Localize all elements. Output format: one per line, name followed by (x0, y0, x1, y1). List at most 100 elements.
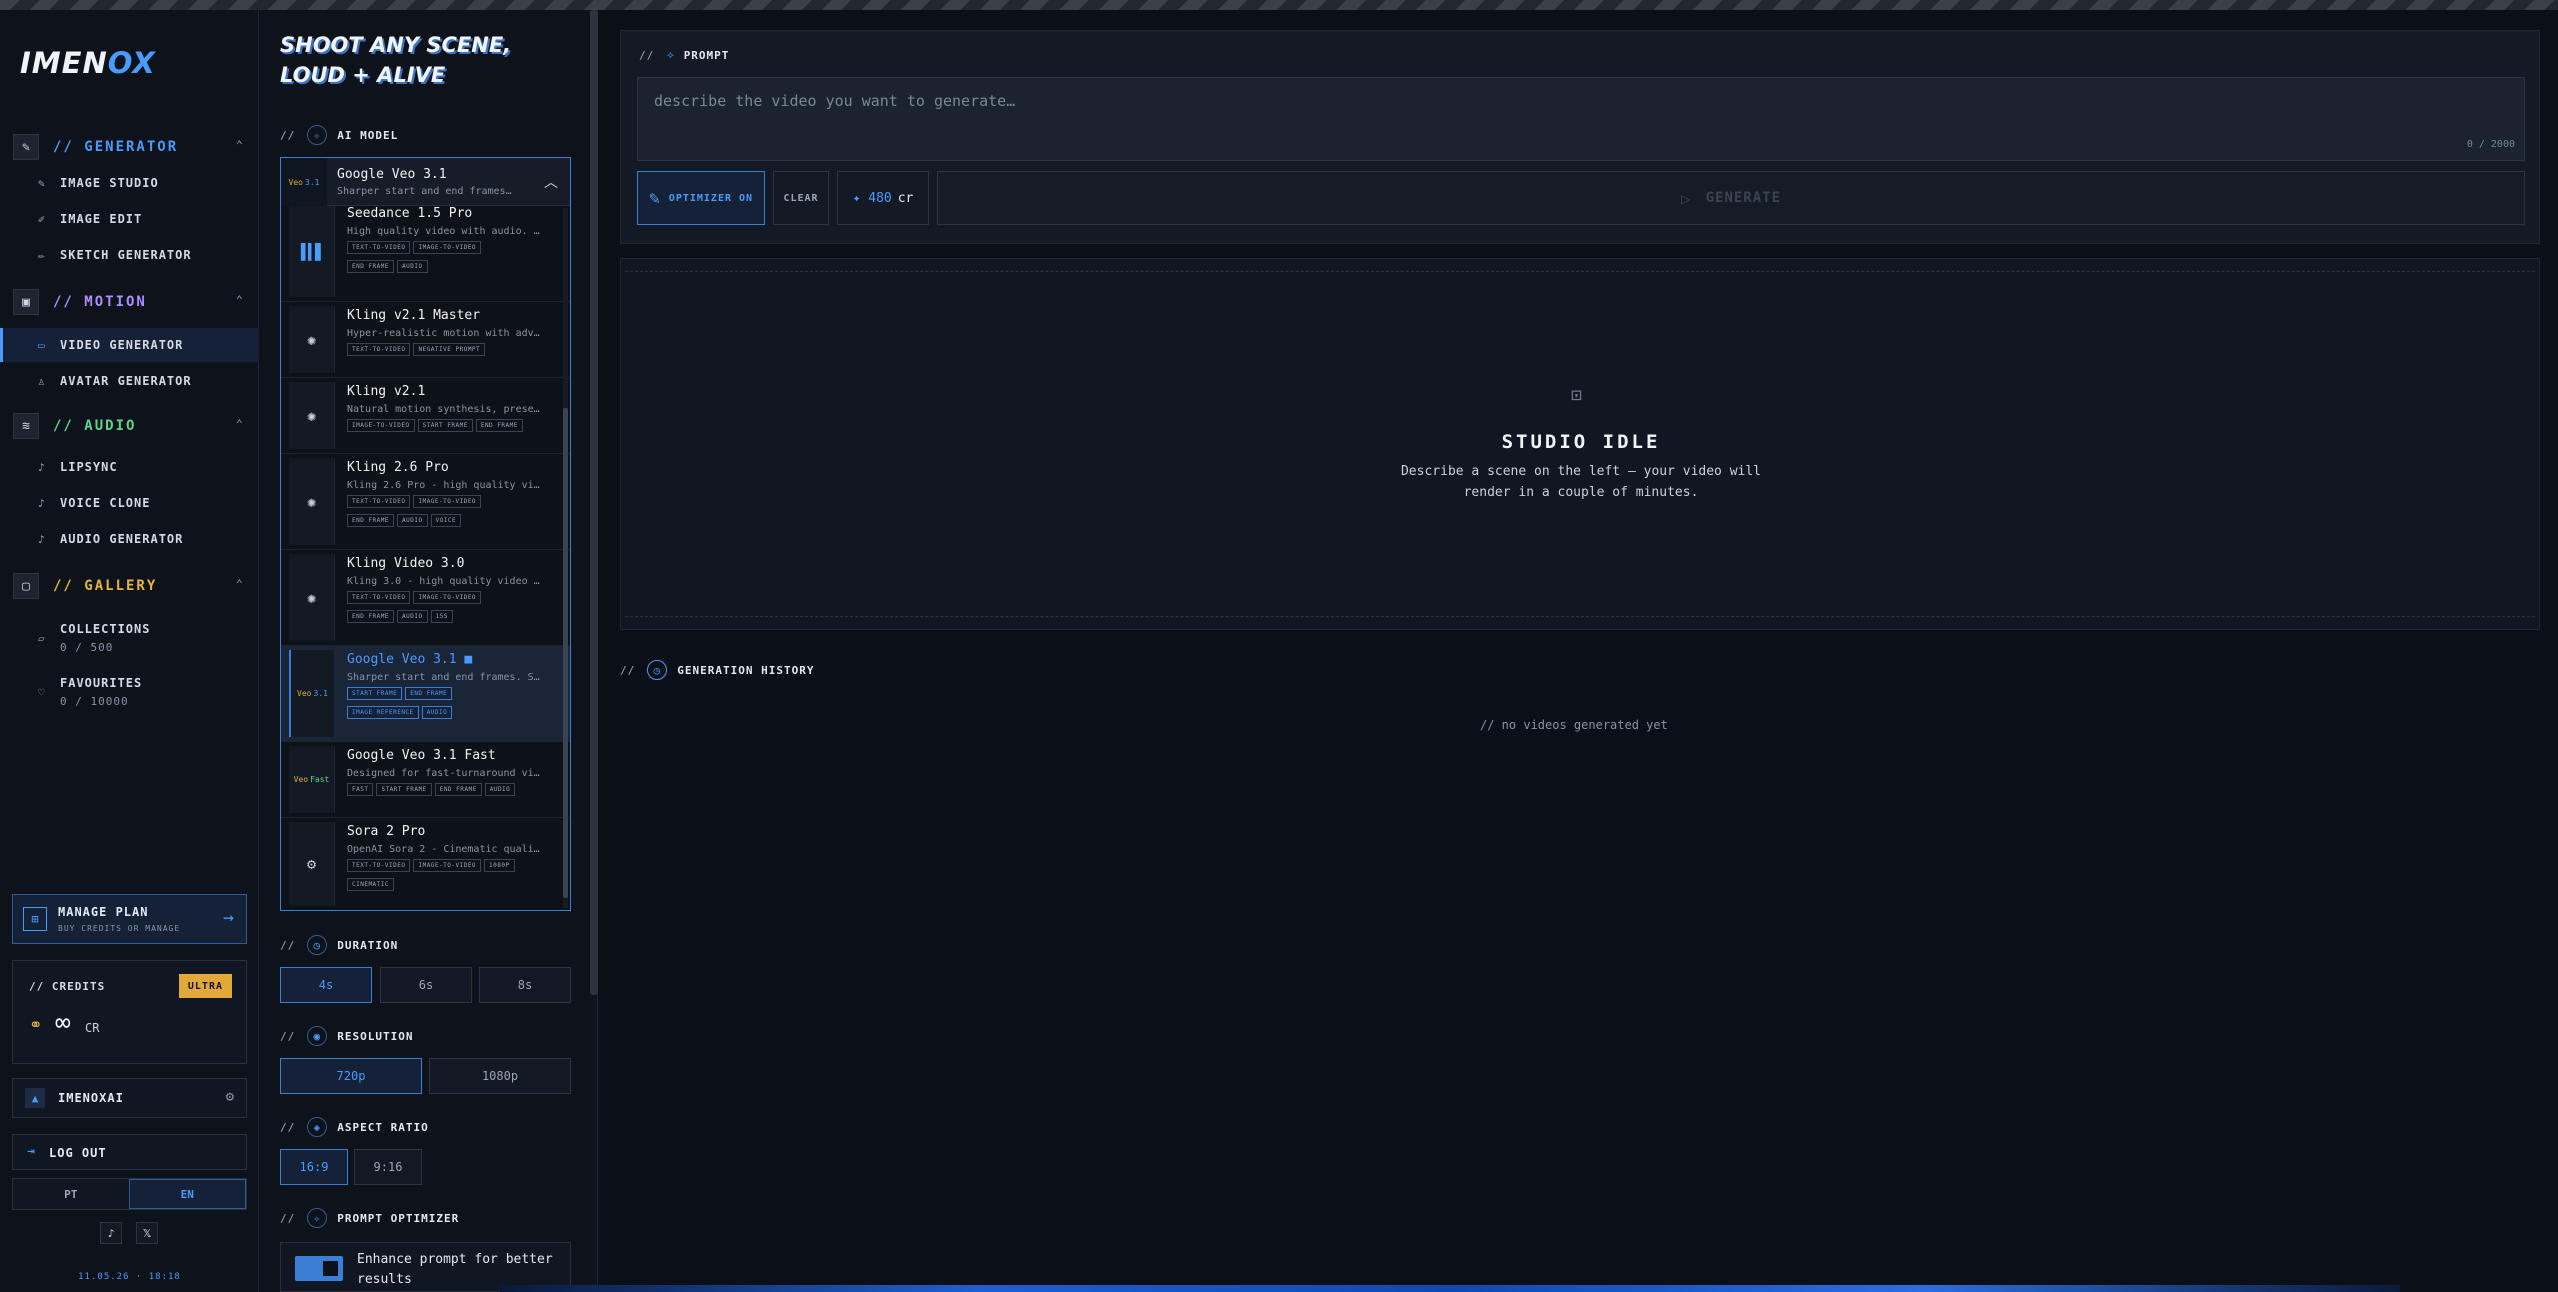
avatar: ▲ (25, 1088, 45, 1108)
brand-logo[interactable]: IMENOX (20, 46, 156, 80)
model-option[interactable]: ✺ Kling v2.1 Natural motion synthesis, p… (281, 378, 570, 454)
tag: END FRAME (405, 687, 453, 700)
video-icon: ▭ (38, 338, 45, 352)
aspect-16-9[interactable]: 16:9 (280, 1149, 348, 1185)
model-option-selected[interactable]: Veo 3.1 Google Veo 3.1 ■ Sharper start an… (281, 646, 570, 742)
duration-8s[interactable]: 8s (479, 967, 571, 1003)
sidebar-item-voice-clone[interactable]: ♪ VOICE CLONE (0, 486, 259, 520)
tag: IMAGE REFERENCE (347, 706, 419, 719)
veo-fast-logo-icon: Veo Fast (289, 746, 335, 813)
chevron-up-icon[interactable]: ⌃ (236, 417, 243, 431)
clear-button[interactable]: CLEAR (773, 171, 829, 225)
history-empty: // no videos generated yet (1480, 718, 1668, 732)
tag: TEXT-TO-VIDEO (347, 241, 411, 254)
section-generator[interactable]: ✎ // GENERATOR ⌃ (0, 129, 259, 165)
model-option[interactable]: ✺ Kling 2.6 Pro Kling 2.6 Pro - high qua… (281, 454, 570, 550)
resolution-720p[interactable]: 720p (280, 1058, 422, 1094)
sparkle-icon: ✧ (307, 1208, 328, 1228)
lang-en-button[interactable]: EN (128, 1179, 246, 1209)
tag: TEXT-TO-VIDEO (347, 343, 411, 356)
user-panel[interactable]: ▲ IMENOXAI ⚙ (12, 1078, 247, 1118)
tag: END FRAME (347, 610, 395, 623)
openai-icon: ⚙ (289, 822, 335, 906)
settings-panel: SHOOT ANY SCENE, LOUD + ALIVE //✧ AI MODE… (260, 10, 598, 1292)
section-gallery[interactable]: ▢ // GALLERY ⌃ (0, 568, 259, 604)
play-icon: ▷ (1680, 188, 1692, 208)
tag: 1080P (484, 859, 515, 872)
tag: START FRAME (347, 687, 403, 700)
tag: 15S (430, 610, 453, 623)
pencil-icon: ✐ (38, 212, 45, 226)
favourites-count: 0 / 10000 (60, 695, 129, 708)
bottom-glow (500, 1285, 2400, 1292)
sparkle-icon: ✧ (307, 125, 328, 145)
model-option[interactable]: ✺ Kling v2.1 Master Hyper-realistic moti… (281, 302, 570, 378)
arrow-right-icon: → (223, 907, 234, 928)
sidebar-item-image-studio[interactable]: ✎ IMAGE STUDIO (0, 166, 259, 200)
sidebar: IMENOX ✎ // GENERATOR ⌃ ✎ IMAGE STUDIO ✐ I… (0, 10, 259, 1292)
tag: START FRAME (417, 419, 473, 432)
chevron-up-icon: ︿ (544, 175, 558, 191)
panel-scrollbar[interactable] (590, 10, 598, 995)
tag: AUDIO (397, 260, 428, 273)
page-title: SHOOT ANY SCENE, LOUD + ALIVE (280, 33, 512, 87)
layers-icon: ◈ (307, 1117, 328, 1137)
gear-icon[interactable]: ⚙ (226, 1089, 234, 1105)
sidebar-item-favourites[interactable]: ♡ FAVOURITES 0 / 10000 (0, 668, 259, 716)
clock-icon: ◷ (647, 660, 668, 680)
history-label: //◷ GENERATION HISTORY (620, 660, 814, 680)
logout-button[interactable]: ⇥ LOG OUT (12, 1134, 247, 1170)
logout-icon: ⇥ (27, 1144, 35, 1159)
model-option[interactable]: Veo Fast Google Veo 3.1 Fast Designed for… (281, 742, 570, 818)
tag: VOICE (430, 514, 462, 527)
sidebar-item-lipsync[interactable]: ♪ LIPSYNC (0, 450, 259, 484)
model-list-scrollbar[interactable] (563, 208, 568, 908)
model-option[interactable]: ⚙ Sora 2 Pro OpenAI Sora 2 - Cinematic q… (281, 818, 570, 910)
mic-icon: ♪ (38, 496, 45, 510)
model-selected[interactable]: Veo 3.1 Google Veo 3.1 Sharper start and … (281, 158, 570, 206)
model-dropdown[interactable]: Veo 3.1 Google Veo 3.1 Sharper start and … (280, 157, 571, 911)
duration-6s[interactable]: 6s (380, 967, 472, 1003)
language-switch: PT EN (12, 1178, 247, 1210)
coins-icon: ⚭ (29, 1015, 43, 1034)
x-icon[interactable]: 𝕏 (136, 1222, 158, 1244)
sidebar-item-avatar-generator[interactable]: ♙ AVATAR GENERATOR (0, 364, 259, 398)
model-option[interactable]: ✺ Kling Video 3.0 Kling 3.0 - high quali… (281, 550, 570, 646)
manage-plan-button[interactable]: ⊞ MANAGE PLAN BUY CREDITS OR MANAGE → (12, 894, 247, 944)
sidebar-item-image-edit[interactable]: ✐ IMAGE EDIT (0, 202, 259, 236)
tag: END FRAME (434, 783, 482, 796)
aspect-9-16[interactable]: 9:16 (354, 1149, 422, 1185)
sidebar-item-audio-generator[interactable]: ♪ AUDIO GENERATOR (0, 522, 259, 556)
tag: AUDIO (397, 514, 428, 527)
model-option[interactable]: ▌▍▋ Seedance 1.5 Pro High quality video … (281, 206, 570, 302)
section-motion[interactable]: ▣ // MOTION ⌃ (0, 284, 259, 320)
sparkle-icon: ✧ (666, 47, 676, 63)
tiktok-icon[interactable]: ♪ (100, 1222, 122, 1244)
resolution-1080p[interactable]: 1080p (429, 1058, 571, 1094)
plan-badge: ULTRA (178, 974, 232, 998)
sidebar-item-sketch-generator[interactable]: ✏ SKETCH GENERATOR (0, 238, 259, 272)
lang-pt-button[interactable]: PT (13, 1179, 129, 1209)
chevron-up-icon[interactable]: ⌃ (236, 577, 243, 591)
section-audio[interactable]: ≋ // AUDIO ⌃ (0, 408, 259, 444)
cart-icon: ⊞ (23, 907, 47, 931)
clock: 11.05.26 · 18:18 (78, 1272, 181, 1282)
video-camera-icon: ⊡ (1571, 385, 1582, 406)
chevron-up-icon[interactable]: ⌃ (236, 138, 243, 152)
optimizer-toggle[interactable] (295, 1256, 343, 1281)
sidebar-item-collections[interactable]: ▱ COLLECTIONS 0 / 500 (0, 614, 259, 662)
generate-button[interactable]: ▷ GENERATE (937, 171, 2525, 225)
sidebar-item-video-generator[interactable]: ▭ VIDEO GENERATOR (0, 328, 259, 362)
veo-logo-icon: Veo 3.1 (281, 158, 327, 206)
kling-icon: ✺ (289, 554, 335, 641)
chevron-up-icon[interactable]: ⌃ (236, 293, 243, 307)
optimizer-on-button[interactable]: ✎ OPTIMIZER ON (637, 171, 765, 225)
kling-icon: ✺ (289, 382, 335, 449)
prompt-input[interactable] (637, 77, 2525, 161)
brush-icon: ✎ (38, 176, 45, 190)
kling-icon: ✺ (289, 458, 335, 545)
tag: IMAGE-TO-VIDEO (413, 241, 482, 254)
duration-4s[interactable]: 4s (280, 967, 372, 1003)
collections-count: 0 / 500 (60, 641, 114, 654)
tag: END FRAME (347, 514, 395, 527)
